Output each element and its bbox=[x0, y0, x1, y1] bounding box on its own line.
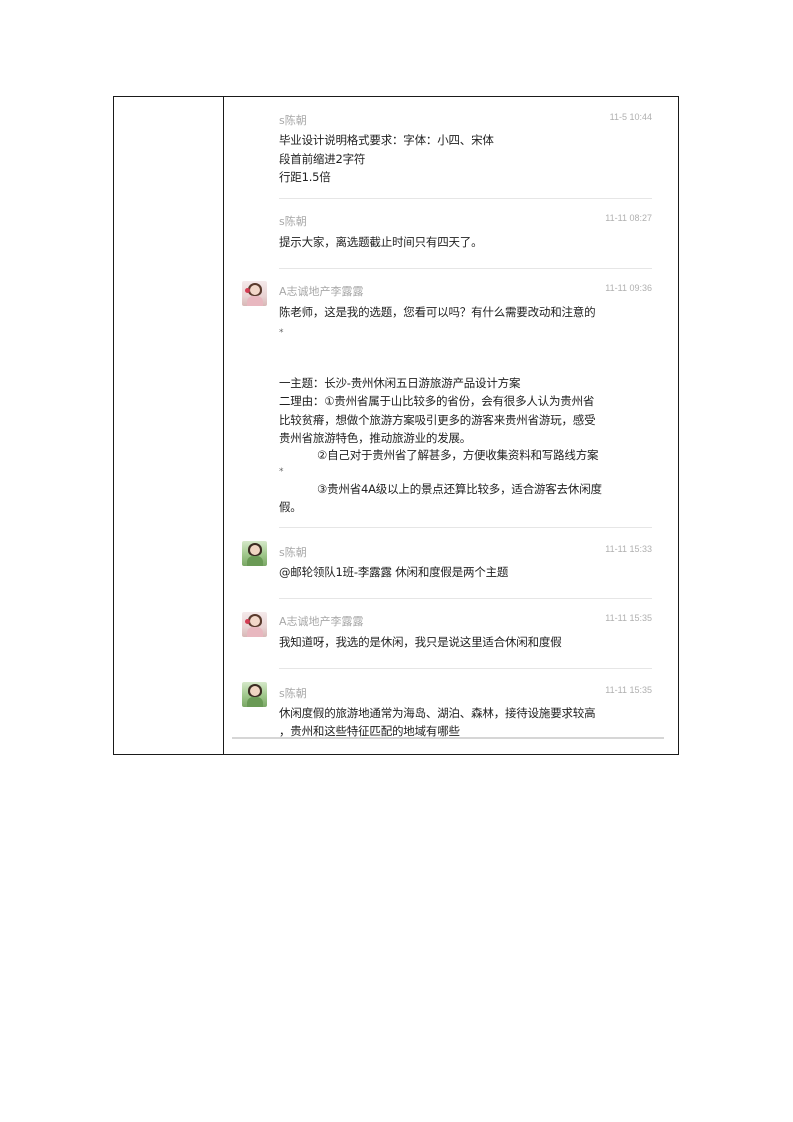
message-line: ③贵州省4A级以上的景点还算比较多，适合游客去休闲度 bbox=[317, 482, 602, 496]
message-time: 11-11 15:35 bbox=[605, 685, 652, 695]
message-divider bbox=[279, 668, 652, 669]
message-line: 提示大家，离选题截止时间只有四天了。 bbox=[279, 235, 483, 249]
message-line: 段首前缩进2字符 bbox=[279, 152, 366, 166]
message-time: 11-5 10:44 bbox=[609, 112, 652, 122]
plant-portrait-icon[interactable] bbox=[242, 682, 267, 707]
sender-name: A志诚地产李露露 bbox=[279, 615, 364, 628]
message-line: 行距1.5倍 bbox=[279, 170, 331, 184]
plant-portrait-icon[interactable] bbox=[242, 541, 267, 566]
chat-screenshot: s陈朝 11-5 10:44 毕业设计说明格式要求：字体：小四、宋体 段首前缩进… bbox=[232, 97, 670, 754]
message-time: 11-11 09:36 bbox=[605, 283, 652, 293]
message-line: 休闲度假的旅游地通常为海岛、湖泊、森林，接待设施要求较高 bbox=[279, 706, 596, 720]
message-line: 贵州省旅游特色，推动旅游业的发展。 bbox=[279, 431, 472, 445]
message-divider bbox=[279, 527, 652, 528]
sender-name: s陈朝 bbox=[279, 546, 307, 559]
message-time: 11-11 15:33 bbox=[605, 544, 652, 554]
message-divider bbox=[279, 268, 652, 269]
document-table: s陈朝 11-5 10:44 毕业设计说明格式要求：字体：小四、宋体 段首前缩进… bbox=[113, 96, 679, 755]
message-line: 二理由：①贵州省属于山比较多的省份，会有很多人认为贵州省 bbox=[279, 394, 595, 408]
message-time: 11-11 08:27 bbox=[605, 213, 652, 223]
message-time: 11-11 15:35 bbox=[605, 613, 652, 623]
message-divider bbox=[279, 198, 652, 199]
message-line: ②自己对于贵州省了解甚多，方便收集资料和写路线方案 bbox=[317, 448, 599, 462]
message-line: 我知道呀，我选的是休闲，我只是说这里适合休闲和度假 bbox=[279, 635, 562, 649]
table-left-cell bbox=[114, 97, 224, 754]
message-divider bbox=[279, 598, 652, 599]
message-line: @邮轮领队1班-李露露 休闲和度假是两个主题 bbox=[279, 565, 509, 579]
girl-portrait-icon[interactable] bbox=[242, 281, 267, 306]
message-line: 假。 bbox=[279, 500, 302, 514]
sender-name: s陈朝 bbox=[279, 687, 307, 700]
message-line: * bbox=[279, 328, 284, 338]
sender-name: s陈朝 bbox=[279, 114, 307, 127]
sender-name: A志诚地产李露露 bbox=[279, 285, 364, 298]
message-line: * bbox=[279, 467, 284, 477]
message-line: 比较贫瘠，想做个旅游方案吸引更多的游客来贵州省游玩，感受 bbox=[279, 413, 596, 427]
screenshot-bottom-border bbox=[232, 737, 664, 739]
message-line: 毕业设计说明格式要求：字体：小四、宋体 bbox=[279, 133, 494, 147]
message-line: 一主题：长沙-贵州休闲五日游旅游产品设计方案 bbox=[279, 376, 521, 390]
girl-portrait-icon[interactable] bbox=[242, 612, 267, 637]
message-line: 陈老师，这是我的选题，您看可以吗？有什么需要改动和注意的 bbox=[279, 305, 596, 319]
sender-name: s陈朝 bbox=[279, 215, 307, 228]
